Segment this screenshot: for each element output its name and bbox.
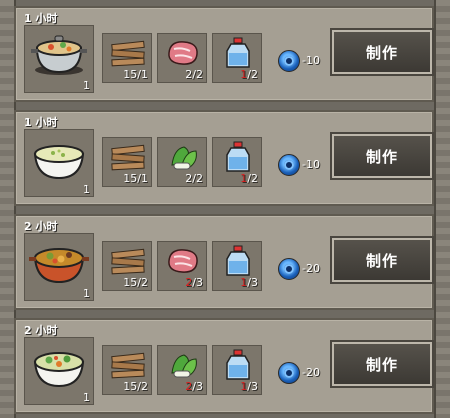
water-bottle-icon <box>219 349 257 381</box>
ingredient-slot[interactable]: 15/2 <box>102 241 152 291</box>
ingredient-need: /2 <box>192 68 203 81</box>
raw-meat-icon <box>164 37 202 69</box>
raw-meat-icon <box>164 245 202 277</box>
ingredient-need: /3 <box>192 276 203 289</box>
ingredient-count: 2/2 <box>185 172 203 185</box>
ingredient-count: 1/2 <box>240 68 258 81</box>
ingredient-slot[interactable]: 15/2 <box>102 345 152 395</box>
ingredient-slot[interactable]: 15/1 <box>102 137 152 187</box>
wood-planks-icon <box>109 245 147 277</box>
ingredient-need: /1 <box>137 172 148 185</box>
ingredient-count: 2/2 <box>185 68 203 81</box>
ingredient-need: /2 <box>247 172 258 185</box>
soup-bowl-icon <box>29 136 89 180</box>
water-bottle-icon <box>219 245 257 277</box>
craft-time-label: 1 小时 <box>24 116 58 129</box>
product-quantity: 1 <box>83 183 90 196</box>
ingredient-need: /2 <box>192 172 203 185</box>
ingredient-count: 1/2 <box>240 172 258 185</box>
craft-button[interactable]: 制作 <box>330 236 434 284</box>
product-quantity: 1 <box>83 79 90 92</box>
ingredient-slot[interactable]: 2/3 <box>157 241 207 291</box>
ingredient-count: 15/1 <box>123 68 148 81</box>
ingredient-slot[interactable]: 15/1 <box>102 33 152 83</box>
vegetables-icon <box>164 141 202 173</box>
energy-icon <box>278 362 300 384</box>
ingredient-need: /1 <box>137 68 148 81</box>
water-bottle-icon <box>219 37 257 69</box>
stew-pot-icon <box>29 32 89 76</box>
ingredient-count: 15/1 <box>123 172 148 185</box>
recipe-panel: 2 小时 1 15/2 2/3 1/3 -20 制作 <box>14 318 434 414</box>
wood-planks-icon <box>109 37 147 69</box>
energy-cost: -10 <box>302 54 320 67</box>
ingredient-slot[interactable]: 2/2 <box>157 33 207 83</box>
recipe-panel: 1 小时 1 15/1 2/2 1/2 -10 制作 <box>14 110 434 206</box>
energy-cost: -20 <box>302 262 320 275</box>
ingredient-count: 15/2 <box>123 380 148 393</box>
craft-time-label: 2 小时 <box>24 324 58 337</box>
ingredient-count: 1/3 <box>240 380 258 393</box>
ingredient-have: 15 <box>123 276 138 289</box>
ingredient-count: 15/2 <box>123 276 148 289</box>
ingredient-slot[interactable]: 2/3 <box>157 345 207 395</box>
vegetable-soup-bowl-icon <box>29 344 89 388</box>
recipe-panel: 2 小时 1 15/2 2/3 1/3 -20 制作 <box>14 214 434 310</box>
energy-icon <box>278 258 300 280</box>
energy-icon <box>278 50 300 72</box>
product-quantity: 1 <box>83 287 90 300</box>
ingredient-need: /2 <box>247 68 258 81</box>
ingredient-count: 2/3 <box>185 276 203 289</box>
product-quantity: 1 <box>83 391 90 404</box>
ingredient-need: /3 <box>247 380 258 393</box>
ingredient-have: 15 <box>123 172 138 185</box>
ingredient-count: 1/3 <box>240 276 258 289</box>
craft-time-label: 2 小时 <box>24 220 58 233</box>
craft-button[interactable]: 制作 <box>330 28 434 76</box>
frame-right <box>434 0 450 418</box>
recipe-panel: 1 小时 1 15/1 2/2 1/2 -10 制作 <box>14 6 434 102</box>
ingredient-slot[interactable]: 1/2 <box>212 137 262 187</box>
wood-planks-icon <box>109 141 147 173</box>
ingredient-slot[interactable]: 1/2 <box>212 33 262 83</box>
ingredient-count: 2/3 <box>185 380 203 393</box>
product-slot[interactable]: 1 <box>24 129 94 197</box>
ingredient-need: /3 <box>247 276 258 289</box>
ingredient-slot[interactable]: 1/3 <box>212 345 262 395</box>
ingredient-slot[interactable]: 1/3 <box>212 241 262 291</box>
wood-planks-icon <box>109 349 147 381</box>
craft-time-label: 1 小时 <box>24 12 58 25</box>
ingredient-have: 15 <box>123 68 138 81</box>
energy-cost: -10 <box>302 158 320 171</box>
ingredient-slot[interactable]: 2/2 <box>157 137 207 187</box>
ingredient-have: 15 <box>123 380 138 393</box>
product-slot[interactable]: 1 <box>24 25 94 93</box>
energy-icon <box>278 154 300 176</box>
vegetables-icon <box>164 349 202 381</box>
ingredient-need: /2 <box>137 380 148 393</box>
craft-button[interactable]: 制作 <box>330 340 434 388</box>
product-slot[interactable]: 1 <box>24 233 94 301</box>
ingredient-need: /3 <box>192 380 203 393</box>
water-bottle-icon <box>219 141 257 173</box>
meat-stew-pan-icon <box>29 240 89 284</box>
product-slot[interactable]: 1 <box>24 337 94 405</box>
craft-button[interactable]: 制作 <box>330 132 434 180</box>
energy-cost: -20 <box>302 366 320 379</box>
ingredient-need: /2 <box>137 276 148 289</box>
